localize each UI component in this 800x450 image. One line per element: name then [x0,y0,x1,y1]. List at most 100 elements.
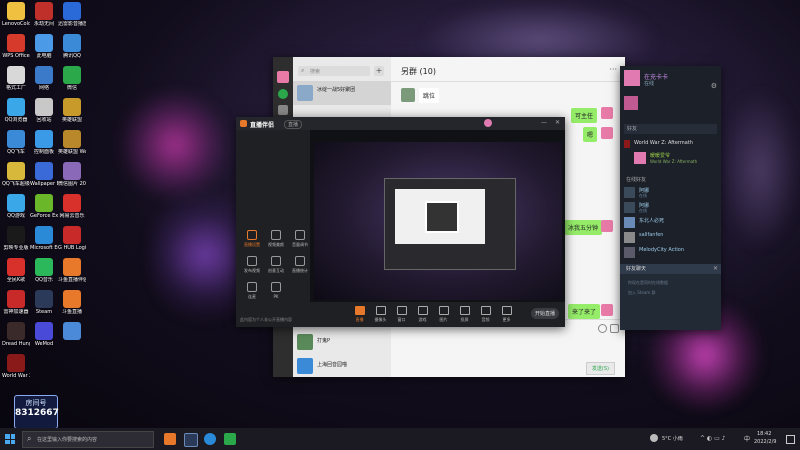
list-item[interactable]: 阿娜 在线 [624,186,717,201]
desktop-icon[interactable]: 雷神加速器 [2,290,30,315]
side-button[interactable]: 发布视频 [242,256,262,274]
desktop-icon[interactable]: QQ游戏 [2,194,30,219]
wechat-taskbar-icon[interactable] [224,433,236,445]
desktop-icon[interactable]: World War Z Aftermath [2,354,30,379]
desktop-icon[interactable]: 剪映专业版 [2,226,30,251]
desktop-icon[interactable]: Steam [30,290,58,315]
source-button-icon [480,306,491,315]
desktop-icon[interactable]: 英雄联盟 WeGame版 [58,130,86,155]
desktop-icon[interactable]: QQ飞车 [2,130,30,155]
side-button[interactable]: 直播统计 [290,256,310,274]
start-icon[interactable] [5,434,15,444]
desktop-icon[interactable]: 斗鱼直播 [58,290,86,315]
friend-name: MelodyCity Action [639,247,685,253]
desktop-icon[interactable]: 此电脑 [30,34,58,59]
side-button[interactable]: 连麦 [242,282,262,300]
desktop-icon[interactable]: 格式工厂 [2,66,30,91]
side-button[interactable]: 音量调节 [290,230,310,248]
app-icon [7,130,25,148]
desktop-icon[interactable]: 永劫无间 [30,2,58,27]
desktop-icon[interactable]: QQ飞车超级工具 [2,162,30,187]
contacts-icon[interactable] [278,105,288,115]
desktop-icon[interactable] [58,322,86,341]
emoji-icon[interactable] [598,324,607,333]
desktop-icon-label: 迅雷影音播放 [58,21,86,27]
edge-taskbar-icon[interactable] [204,433,216,445]
desktop-icon[interactable]: Wallpaper Engine [30,162,58,187]
steam-taskbar-icon[interactable] [184,433,198,447]
list-item[interactable]: 冰绽一战5好聚团 [293,81,391,105]
side-button[interactable]: PK [266,282,286,299]
tab-live[interactable]: 直播 [284,120,303,129]
desktop-icon[interactable]: 迅雷影音播放 [58,2,86,27]
app-icon [63,2,81,20]
clock-time[interactable]: 18:42 [757,431,771,437]
desktop-icon[interactable]: WeMod [30,322,58,347]
send-button[interactable]: 发送(S) [585,362,615,375]
desktop-icon[interactable]: Microsoft Edge [30,226,58,251]
list-item[interactable]: 打鬼P [293,331,391,353]
source-button-icon [438,306,449,315]
tray-icons[interactable]: ^ ◐ ▭ ♪ [700,435,725,442]
desktop-icon[interactable]: WPS Office [2,34,30,59]
tab-friends-chat[interactable]: 好友聊天 ✕ [620,264,721,274]
settings-icon[interactable]: ⚙ [711,82,717,90]
side-button[interactable]: 直播设置 [242,230,262,248]
add-chat-button[interactable]: + [374,66,384,76]
source-button[interactable]: 音频 [476,304,495,323]
desktop-icon[interactable]: Dread Hunger [2,322,30,347]
side-button[interactable]: 视频美颜 [266,230,286,248]
close-icon[interactable]: ✕ [555,119,560,126]
source-button[interactable]: 更多 [497,304,516,323]
more-icon[interactable]: ··· [609,65,617,74]
desktop-icon[interactable]: QQ音乐 [30,258,58,283]
desktop-icon[interactable]: LenovoCold 小黑 [2,2,30,27]
minimize-icon[interactable]: — [541,119,547,126]
source-button[interactable]: 游戏 [413,304,432,323]
chat-icon[interactable] [278,89,288,99]
weather[interactable]: 5°C 小雨 [662,435,683,442]
source-button[interactable]: 投屏 [455,304,474,323]
close-icon[interactable]: ✕ [713,265,718,272]
side-button[interactable]: 创意互动 [266,256,286,274]
avatar [601,304,613,316]
desktop-icon[interactable]: 网易云音乐 [58,194,86,219]
search-input[interactable]: ⌕ 在这里输入你要搜索的内容 [22,431,154,448]
list-item[interactable]: 阿娜 在线 [624,201,717,216]
desktop-icon[interactable]: QQ浏览器 [2,98,30,123]
chat-history-icon[interactable] [610,324,619,333]
search-input[interactable]: ⌕ 搜索 [298,66,370,76]
desktop-icon[interactable]: 控制面板 [30,130,58,155]
list-item[interactable]: 东北人必死 [624,216,717,231]
desktop-icon[interactable]: G HUB Logitech [58,226,86,251]
avatar[interactable] [484,119,492,127]
source-button[interactable]: 图片 [434,304,453,323]
clock-date[interactable]: 2022/2/9 [754,439,776,445]
avatar[interactable] [624,70,640,86]
app-icon [35,290,53,308]
task-view-icon[interactable] [164,433,176,445]
desktop-icon[interactable]: GeForce Experience [30,194,58,219]
desktop-icon[interactable]: 微信 [58,66,86,91]
desktop-icon[interactable]: 腾讯QQ [58,34,86,59]
avatar[interactable] [277,71,289,83]
source-button[interactable]: 直播 [350,304,369,323]
start-live-button[interactable]: 开始直播 [530,308,559,319]
desktop-icon[interactable]: 微信图片 2022011... [58,162,86,187]
app-icon [63,258,81,276]
notification-icon[interactable] [786,435,795,444]
desktop-icon[interactable]: 斗鱼直播伴侣 [58,258,86,283]
source-button[interactable]: 摄像头 [371,304,390,323]
desktop-icon[interactable]: 网络 [30,66,58,91]
desktop-icon[interactable]: 英雄联盟 [58,98,86,123]
game-group[interactable]: World War Z: Aftermath 暖暖爱爷 World War Z:… [624,138,717,170]
list-item[interactable]: 上海回音园喵 [293,355,391,377]
source-button[interactable]: 窗口 [392,304,411,323]
desktop-icon[interactable]: 全民K歌 [2,258,30,283]
list-item[interactable]: MelodyCity Action [624,246,717,261]
list-item[interactable]: sallfanfen [624,231,717,246]
desktop-icon[interactable]: 回收站 [30,98,58,123]
ime-indicator[interactable]: 中 [744,434,750,443]
app-icon [7,322,25,340]
friend-name: 暖暖爱爷 [650,153,671,159]
